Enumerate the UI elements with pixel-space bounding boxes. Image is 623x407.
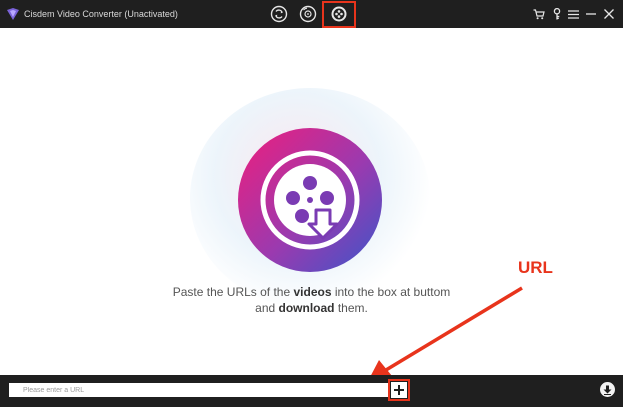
add-url-button[interactable] bbox=[391, 382, 407, 398]
cart-icon bbox=[533, 8, 545, 19]
annotation-arrow bbox=[368, 286, 523, 381]
plus-icon bbox=[394, 385, 404, 395]
convert-mode-icon bbox=[270, 5, 288, 23]
download-mode-button[interactable] bbox=[329, 4, 349, 24]
cart-button[interactable] bbox=[532, 7, 546, 21]
url-annotation-label: URL bbox=[518, 258, 553, 277]
close-icon bbox=[604, 9, 614, 19]
download-icon bbox=[603, 385, 612, 395]
convert-mode-button[interactable] bbox=[269, 4, 289, 24]
register-button[interactable] bbox=[550, 7, 564, 21]
url-input[interactable] bbox=[9, 383, 389, 397]
key-icon bbox=[553, 8, 561, 20]
menu-button[interactable] bbox=[566, 7, 580, 21]
menu-icon bbox=[567, 9, 579, 19]
cisdem-logo-icon bbox=[6, 7, 20, 21]
download-button[interactable] bbox=[600, 382, 615, 397]
minimize-icon bbox=[586, 13, 596, 15]
download-mode-icon bbox=[331, 6, 347, 22]
app-title: Cisdem Video Converter (Unactivated) bbox=[24, 9, 178, 19]
video-download-icon bbox=[238, 128, 382, 272]
rip-mode-button[interactable] bbox=[298, 4, 318, 24]
close-button[interactable] bbox=[602, 7, 616, 21]
rip-mode-icon bbox=[299, 5, 317, 23]
minimize-button[interactable] bbox=[584, 7, 598, 21]
instruction-line-2: and download them. bbox=[255, 301, 368, 315]
